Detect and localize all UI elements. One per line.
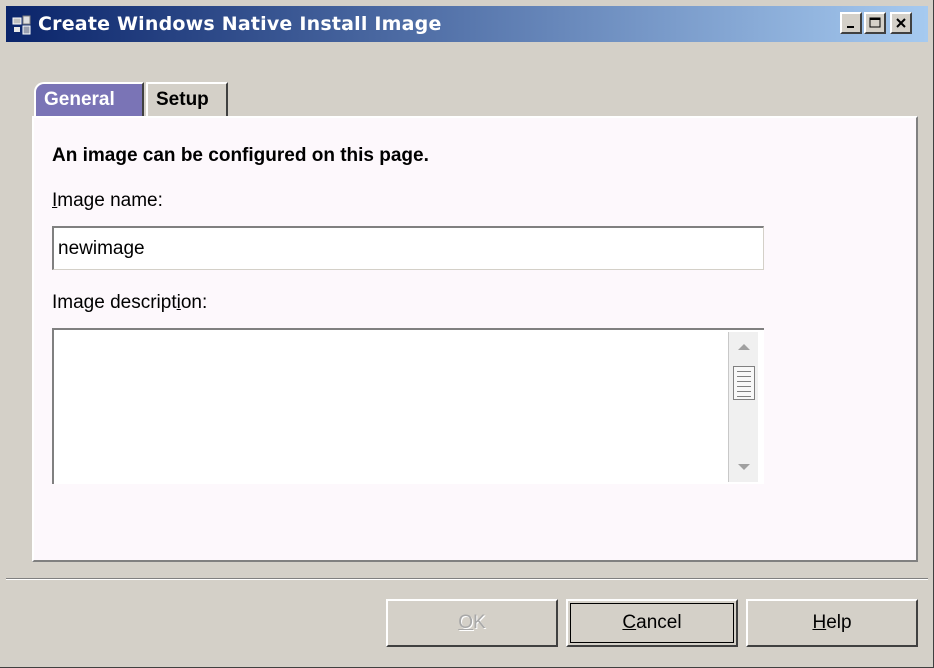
maximize-button[interactable]: [864, 12, 886, 34]
button-separator: [6, 578, 928, 580]
ok-button[interactable]: OK: [386, 599, 558, 647]
window-title: Create Windows Native Install Image: [38, 13, 442, 35]
ok-button-label: OK: [458, 612, 486, 633]
image-name-value: newimage: [58, 238, 145, 259]
help-button[interactable]: Help: [746, 599, 918, 647]
tab-setup[interactable]: Setup: [146, 82, 228, 116]
tab-setup-label: Setup: [156, 89, 209, 110]
minimize-button[interactable]: [840, 12, 862, 34]
tab-general-label: General: [44, 89, 115, 110]
scrollbar-thumb[interactable]: [733, 366, 755, 400]
app-icon: [12, 15, 31, 35]
image-name-label: Image name:: [52, 190, 163, 211]
close-icon: [896, 18, 906, 28]
maximize-icon: [869, 17, 881, 28]
panel-heading: An image can be configured on this page.: [52, 145, 429, 166]
close-button[interactable]: [890, 12, 912, 34]
help-button-label: Help: [812, 612, 852, 633]
title-bar[interactable]: Create Windows Native Install Image: [6, 6, 928, 42]
image-description-label: Image description:: [52, 292, 208, 313]
minimize-icon: [847, 26, 854, 28]
image-description-textarea[interactable]: [52, 328, 764, 484]
scroll-down-arrow-icon[interactable]: [729, 454, 758, 478]
scroll-up-arrow-icon[interactable]: [729, 334, 758, 358]
dialog-window: Create Windows Native Install Image Gene…: [0, 0, 934, 668]
cancel-button-label: Cancel: [622, 612, 682, 633]
cancel-button[interactable]: Cancel: [566, 599, 738, 647]
tab-general[interactable]: General: [34, 82, 144, 116]
image-name-input[interactable]: newimage: [52, 226, 764, 270]
description-scrollbar[interactable]: [728, 332, 758, 482]
